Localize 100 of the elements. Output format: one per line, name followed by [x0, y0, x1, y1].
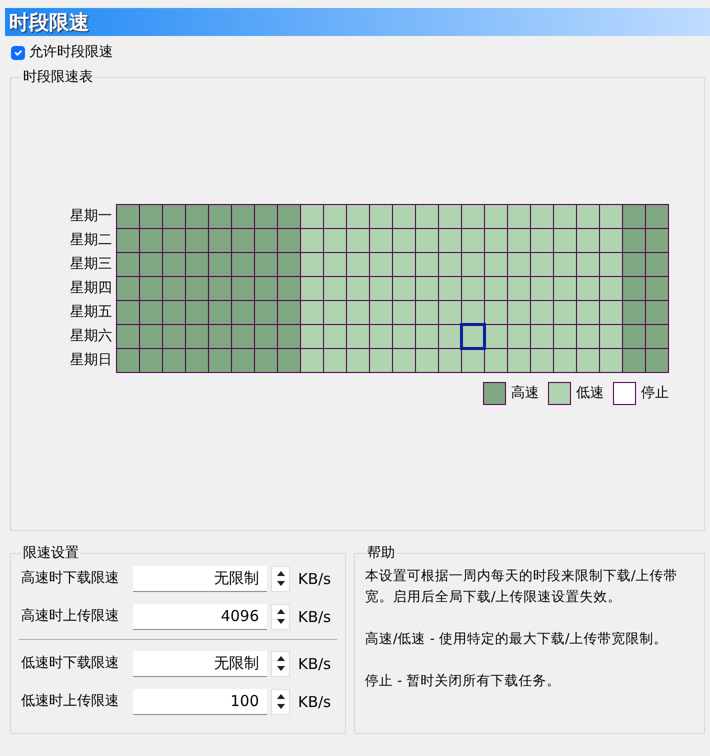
schedule-cell[interactable] — [232, 204, 254, 228]
schedule-cell[interactable] — [232, 228, 254, 252]
schedule-cell[interactable] — [140, 324, 162, 348]
schedule-cell[interactable] — [324, 276, 346, 300]
schedule-cell[interactable] — [162, 324, 186, 348]
schedule-cell[interactable] — [232, 348, 254, 372]
schedule-cell[interactable] — [278, 204, 300, 228]
schedule-cell[interactable] — [622, 276, 646, 300]
schedule-cell[interactable] — [508, 252, 530, 276]
schedule-cell[interactable] — [438, 252, 462, 276]
schedule-cell[interactable] — [416, 348, 438, 372]
schedule-cell[interactable] — [416, 276, 438, 300]
schedule-cell[interactable] — [462, 228, 484, 252]
schedule-cell[interactable] — [370, 300, 392, 324]
schedule-cell[interactable] — [600, 204, 622, 228]
schedule-cell[interactable] — [600, 324, 622, 348]
schedule-cell[interactable] — [508, 228, 530, 252]
schedule-cell[interactable] — [116, 228, 140, 252]
schedule-cell[interactable] — [116, 300, 140, 324]
schedule-cell[interactable] — [416, 300, 438, 324]
schedule-cell[interactable] — [600, 228, 622, 252]
schedule-cell[interactable] — [622, 252, 646, 276]
schedule-cell[interactable] — [484, 204, 508, 228]
schedule-cell[interactable] — [530, 300, 554, 324]
schedule-cell[interactable] — [140, 228, 162, 252]
schedule-cell[interactable] — [622, 348, 646, 372]
schedule-cell[interactable] — [232, 252, 254, 276]
schedule-cell[interactable] — [392, 300, 416, 324]
schedule-cell[interactable] — [484, 300, 508, 324]
schedule-cell[interactable] — [300, 204, 324, 228]
schedule-cell[interactable] — [576, 252, 600, 276]
schedule-cell[interactable] — [186, 204, 208, 228]
schedule-cell[interactable] — [622, 204, 646, 228]
schedule-cell[interactable] — [140, 348, 162, 372]
schedule-cell[interactable] — [392, 324, 416, 348]
schedule-cell[interactable] — [254, 348, 278, 372]
schedule-cell[interactable] — [600, 348, 622, 372]
schedule-cell[interactable] — [600, 252, 622, 276]
schedule-cell[interactable] — [646, 276, 668, 300]
schedule-cell[interactable] — [462, 252, 484, 276]
schedule-cell[interactable] — [646, 228, 668, 252]
schedule-cell[interactable] — [254, 252, 278, 276]
schedule-cell[interactable] — [162, 204, 186, 228]
schedule-cell[interactable] — [370, 204, 392, 228]
schedule-cell[interactable] — [530, 348, 554, 372]
schedule-cell[interactable] — [530, 252, 554, 276]
schedule-cell[interactable] — [346, 348, 370, 372]
schedule-cell[interactable] — [186, 348, 208, 372]
schedule-cell[interactable] — [162, 276, 186, 300]
schedule-cell[interactable] — [576, 204, 600, 228]
schedule-cell[interactable] — [622, 324, 646, 348]
schedule-cell[interactable] — [254, 228, 278, 252]
schedule-cell[interactable] — [530, 228, 554, 252]
schedule-cell[interactable] — [508, 324, 530, 348]
schedule-cell[interactable] — [140, 252, 162, 276]
spin-button[interactable] — [271, 650, 290, 677]
schedule-cell[interactable] — [300, 252, 324, 276]
schedule-cell[interactable] — [484, 228, 508, 252]
schedule-cell[interactable] — [438, 204, 462, 228]
schedule-cell[interactable] — [278, 276, 300, 300]
schedule-cell[interactable] — [140, 276, 162, 300]
schedule-cell[interactable] — [232, 324, 254, 348]
schedule-cell[interactable] — [370, 228, 392, 252]
schedule-cell[interactable] — [438, 276, 462, 300]
schedule-cell[interactable] — [508, 204, 530, 228]
schedule-cell[interactable] — [324, 228, 346, 252]
schedule-cell[interactable] — [116, 324, 140, 348]
schedule-cell[interactable] — [254, 276, 278, 300]
schedule-cell[interactable] — [162, 252, 186, 276]
schedule-cell[interactable] — [392, 204, 416, 228]
schedule-cell[interactable] — [392, 252, 416, 276]
schedule-cell[interactable] — [370, 348, 392, 372]
schedule-cell[interactable] — [484, 348, 508, 372]
schedule-cell[interactable] — [186, 228, 208, 252]
schedule-cell[interactable] — [186, 300, 208, 324]
schedule-cell[interactable] — [232, 276, 254, 300]
schedule-cell[interactable] — [508, 300, 530, 324]
speed-field[interactable]: 100 — [133, 688, 267, 715]
schedule-cell[interactable] — [416, 204, 438, 228]
schedule-cell[interactable] — [576, 228, 600, 252]
schedule-cell[interactable] — [530, 324, 554, 348]
schedule-cell[interactable] — [554, 204, 576, 228]
schedule-cell[interactable] — [278, 252, 300, 276]
schedule-cell[interactable] — [622, 228, 646, 252]
schedule-cell[interactable] — [646, 252, 668, 276]
schedule-cell[interactable] — [346, 300, 370, 324]
schedule-cell[interactable] — [576, 348, 600, 372]
schedule-cell[interactable] — [370, 276, 392, 300]
schedule-cell[interactable] — [186, 252, 208, 276]
schedule-cell[interactable] — [208, 324, 232, 348]
schedule-cell[interactable] — [484, 252, 508, 276]
schedule-cell[interactable] — [324, 348, 346, 372]
speed-field[interactable]: 无限制 — [133, 650, 267, 677]
schedule-cell[interactable] — [208, 300, 232, 324]
schedule-cell[interactable] — [346, 204, 370, 228]
schedule-cell[interactable] — [370, 324, 392, 348]
schedule-cell[interactable] — [278, 300, 300, 324]
schedule-cell[interactable] — [416, 252, 438, 276]
schedule-cell[interactable] — [438, 228, 462, 252]
schedule-cell[interactable] — [324, 300, 346, 324]
